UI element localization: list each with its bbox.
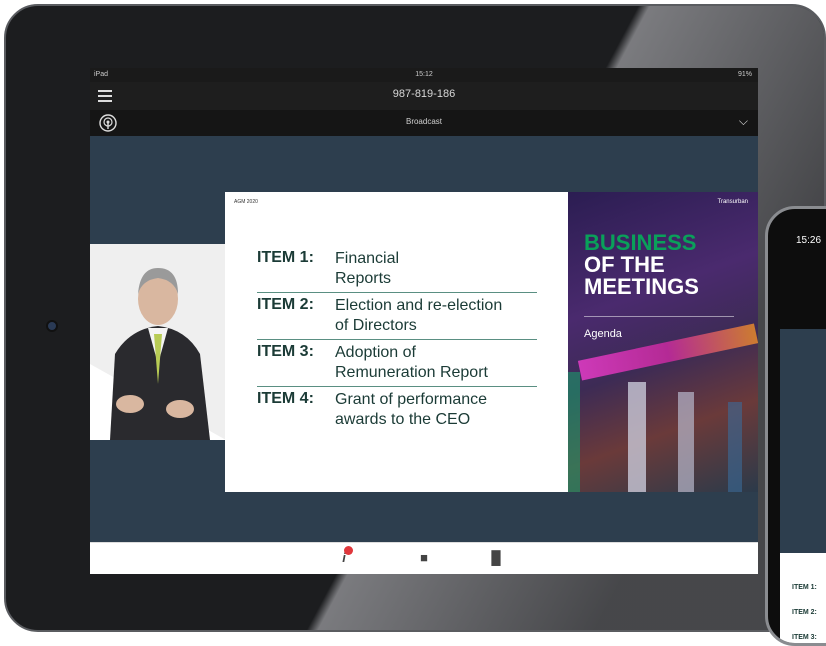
- status-time: 15:12: [415, 71, 433, 78]
- agenda-item-text-line1: Financial: [335, 250, 400, 267]
- status-bar: iPad 15:12 91%: [90, 68, 758, 82]
- agenda-item-text-line1: Grant of performance: [335, 391, 488, 408]
- phone-agenda-list: ITEM 1: ITEM 2: ITEM 3:: [792, 575, 817, 643]
- agenda-item-text-line2: of Directors: [335, 317, 417, 334]
- agenda-item-text-line2: Reports: [335, 270, 392, 287]
- agenda-item-text: Election and re-election of Directors: [335, 296, 502, 336]
- meeting-id: 987-819-186: [392, 88, 456, 100]
- chevron-down-icon[interactable]: ⌵: [739, 114, 748, 129]
- agenda-item-text-line2: Remuneration Report: [335, 364, 488, 381]
- agenda-item-text: Financial Reports: [335, 249, 399, 289]
- slide-title-line2: OF THE MEETINGS: [584, 254, 699, 298]
- agenda-item-text-line1: Adoption of: [335, 344, 416, 361]
- phone-agenda-item: ITEM 3:: [792, 634, 817, 641]
- slide-title-line2-text: OF THE: [584, 252, 665, 277]
- speaker-photo: [90, 244, 226, 440]
- camera-icon: [46, 320, 58, 332]
- bridge-illustration: [568, 372, 742, 492]
- slide-title-line3-text: MEETINGS: [584, 274, 699, 299]
- broadcast-label: Broadcast: [405, 117, 443, 126]
- presentation-slide: AGM 2020 ITEM 1: Financial Reports ITEM …: [225, 192, 758, 492]
- agenda-item: ITEM 3: Adoption of Remuneration Report: [257, 340, 537, 387]
- chat-icon[interactable]: ■: [416, 550, 432, 566]
- agenda-item-text-line1: Election and re-election: [335, 297, 503, 314]
- slide-title-line1: BUSINESS: [584, 230, 697, 255]
- poll-icon[interactable]: █: [488, 550, 504, 566]
- bottom-toolbar: i ■ █: [90, 542, 758, 574]
- agenda-item-text: Adoption of Remuneration Report: [335, 343, 488, 383]
- agenda-item: ITEM 1: Financial Reports: [257, 246, 537, 293]
- battery-label: 91%: [737, 71, 752, 78]
- phone-agenda-item: ITEM 2:: [792, 609, 817, 616]
- title-bar: 987-819-186: [90, 82, 758, 110]
- agenda-panel: AGM 2020 ITEM 1: Financial Reports ITEM …: [225, 192, 568, 492]
- agenda-item-key: ITEM 1:: [257, 249, 314, 266]
- broadcast-bar: Broadcast ⌵: [90, 110, 758, 136]
- speaker-video: [90, 244, 226, 440]
- slide-header-label: AGM 2020: [234, 199, 258, 205]
- slide-subtitle: Agenda: [584, 328, 622, 340]
- iphone-device: 15:26 ITEM 1: ITEM 2: ITEM 3:: [765, 206, 826, 646]
- info-icon[interactable]: i: [336, 546, 353, 566]
- agenda-item-key: ITEM 3:: [257, 343, 314, 360]
- brand-logo: Transurban: [717, 199, 748, 205]
- phone-status-time: 15:26: [796, 235, 822, 246]
- agenda-item-text: Grant of performance awards to the CEO: [335, 390, 487, 430]
- divider: [584, 316, 734, 317]
- agenda-item-text-line2: awards to the CEO: [335, 411, 471, 428]
- ipad-screen: iPad 15:12 91% 987-819-186 Broadcast ⌵ A…: [90, 68, 758, 574]
- agenda-item: ITEM 2: Election and re-election of Dire…: [257, 293, 537, 340]
- agenda-item: ITEM 4: Grant of performance awards to t…: [257, 387, 537, 433]
- phone-agenda-item: ITEM 1:: [792, 584, 817, 591]
- notification-badge: [344, 546, 353, 555]
- title-panel: Transurban BUSINESS OF THE MEETINGS Agen…: [568, 192, 758, 492]
- agenda-list: ITEM 1: Financial Reports ITEM 2: Electi…: [257, 246, 537, 433]
- agenda-item-key: ITEM 4:: [257, 390, 314, 407]
- agenda-item-key: ITEM 2:: [257, 296, 314, 313]
